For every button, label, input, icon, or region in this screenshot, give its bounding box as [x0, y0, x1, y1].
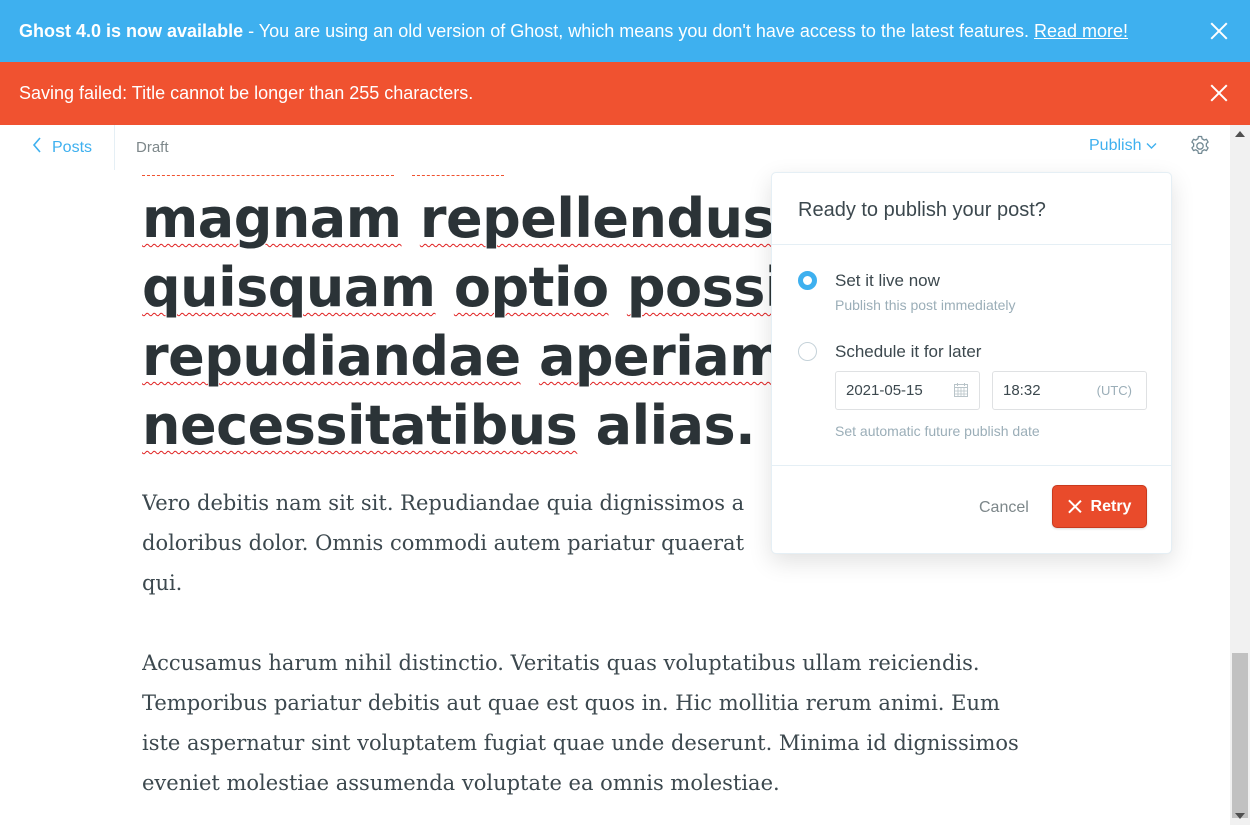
retry-button[interactable]: Retry: [1052, 485, 1147, 528]
title-word: necessitatibus: [142, 394, 578, 457]
title-word: repudiandae: [142, 325, 521, 388]
title-word: magnam: [142, 187, 402, 250]
error-message: Saving failed: Title cannot be longer th…: [19, 83, 474, 103]
date-input[interactable]: 2021-05-15: [835, 371, 980, 410]
publish-menu-footer: Cancel Retry: [772, 465, 1171, 553]
paragraph-line: iste aspernatur sint voluptatem fugiat q…: [142, 731, 1019, 755]
option-label: Set it live now: [835, 271, 940, 290]
schedule-description: Set automatic future publish date: [835, 423, 1040, 439]
back-to-posts-link[interactable]: Posts: [0, 125, 115, 170]
time-value: 18:32: [1003, 382, 1041, 399]
radio-schedule[interactable]: [798, 342, 817, 361]
scrollbar-thumb[interactable]: [1232, 653, 1248, 818]
gear-icon[interactable]: [1188, 134, 1212, 158]
title-word: aperiam: [538, 325, 786, 388]
close-icon[interactable]: [1210, 84, 1228, 102]
paragraph-line: Accusamus harum nihil distinctio. Verita…: [142, 651, 980, 675]
read-more-link[interactable]: Read more!: [1034, 21, 1128, 42]
update-banner-text: - You are using an old version of Ghost,…: [248, 20, 1029, 41]
spellcheck-underline: [142, 175, 394, 177]
paragraph[interactable]: Accusamus harum nihil distinctio. Verita…: [142, 643, 1072, 803]
update-banner: Ghost 4.0 is now available - You are usi…: [0, 0, 1250, 62]
date-value: 2021-05-15: [846, 382, 923, 399]
retry-label: Retry: [1090, 497, 1132, 515]
title-word: quisquam: [142, 256, 436, 319]
update-banner-title: Ghost 4.0 is now available: [19, 20, 244, 41]
paragraph-line: eveniet molestiae assumenda voluptate ea…: [142, 771, 780, 795]
time-input[interactable]: 18:32 (UTC): [992, 371, 1147, 410]
title-word: alias.: [595, 394, 756, 457]
publish-label: Publish: [1089, 137, 1142, 154]
close-icon[interactable]: [1210, 22, 1228, 40]
option-label: Schedule it for later: [835, 342, 982, 361]
title-word: repellendus: [419, 187, 775, 250]
back-label: Posts: [52, 138, 93, 156]
timezone-label: (UTC): [1096, 383, 1132, 398]
error-banner: Saving failed: Title cannot be longer th…: [0, 62, 1250, 125]
page-scrollbar[interactable]: [1230, 125, 1250, 825]
scroll-down-arrow-icon[interactable]: [1235, 813, 1245, 819]
cancel-button[interactable]: Cancel: [979, 499, 1029, 517]
paragraph-line: qui.: [142, 571, 183, 595]
close-icon: [1068, 500, 1081, 513]
paragraph-line: Temporibus pariatur debitis aut quae est…: [142, 691, 1000, 715]
publish-menu: Ready to publish your post? Set it live …: [771, 172, 1172, 554]
publish-button[interactable]: Publish: [1089, 137, 1157, 155]
spellcheck-underline: [412, 175, 504, 177]
radio-publish-now[interactable]: [798, 271, 817, 290]
chevron-left-icon: [32, 137, 42, 158]
calendar-icon[interactable]: [953, 382, 969, 398]
chevron-down-icon: [1146, 137, 1157, 155]
option-description: Publish this post immediately: [835, 297, 1016, 313]
editor-header: Posts Draft Publish: [0, 125, 1230, 170]
title-word: optio: [453, 256, 609, 319]
scroll-up-arrow-icon[interactable]: [1235, 131, 1245, 137]
publish-menu-heading: Ready to publish your post?: [772, 173, 1171, 245]
post-status: Draft: [136, 139, 169, 156]
